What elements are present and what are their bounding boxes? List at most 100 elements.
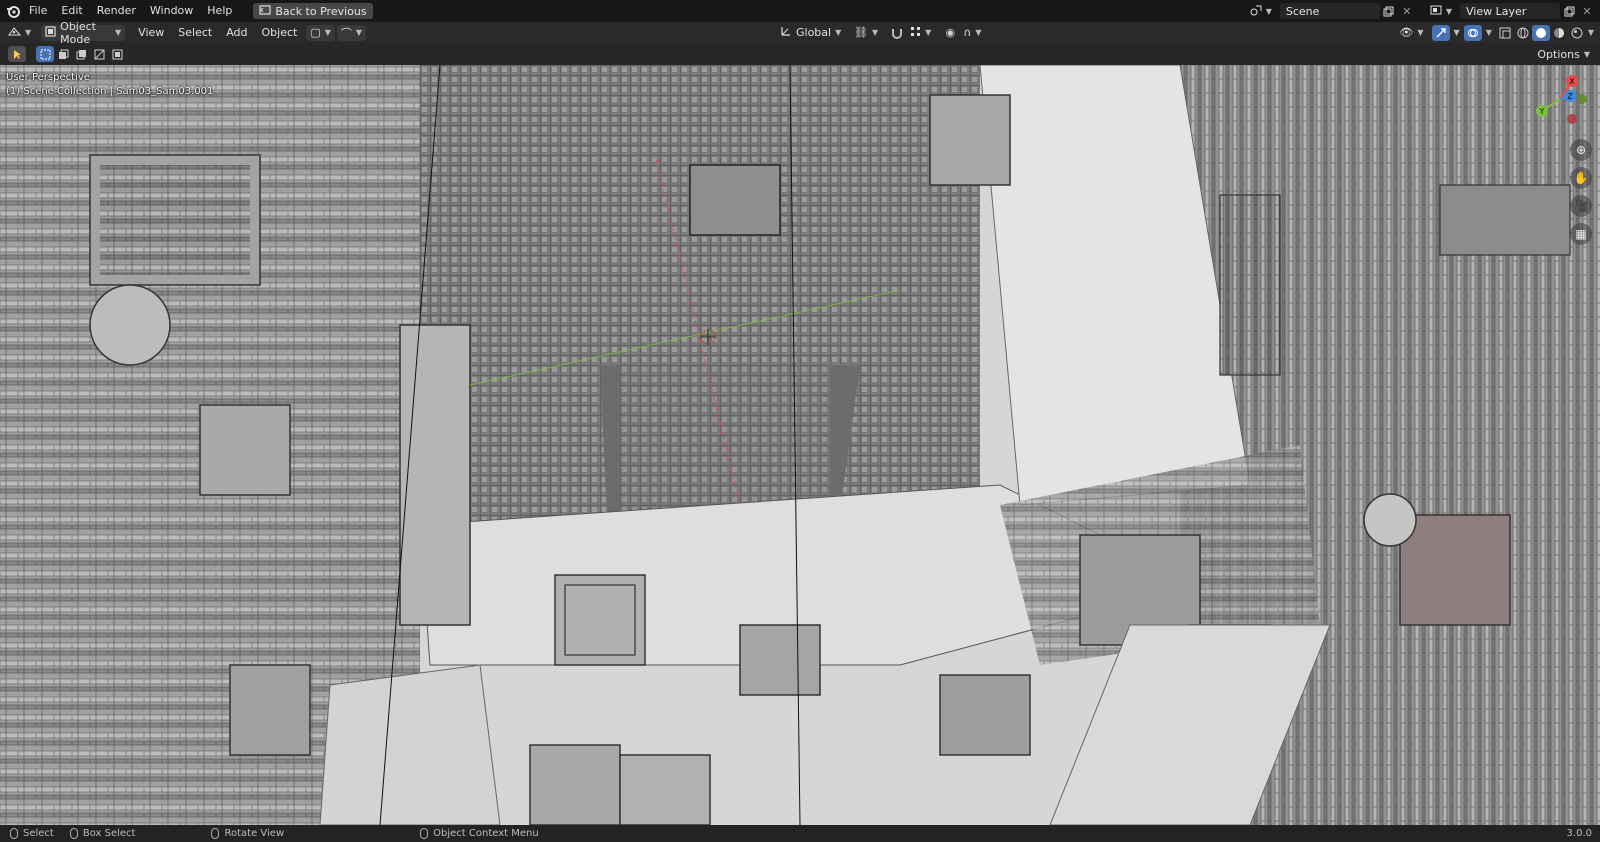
- view-layer-name-text: View Layer: [1466, 4, 1527, 18]
- chevron-down-icon[interactable]: ▼: [1486, 28, 1492, 37]
- shading-solid-icon[interactable]: [1531, 24, 1550, 41]
- gizmo-toggle-icon[interactable]: [1431, 24, 1450, 41]
- chevron-down-icon: ▼: [925, 28, 932, 37]
- chevron-down-icon: ▼: [355, 28, 363, 37]
- status-rotate-view: Rotate View: [211, 828, 284, 839]
- snap-options-dropdown[interactable]: ⌒ ▼: [336, 24, 367, 41]
- view-perspective-label: User Perspective: [6, 72, 90, 83]
- menu-add[interactable]: Add: [219, 22, 254, 44]
- menu-object[interactable]: Object: [255, 22, 305, 44]
- transform-orientation-label: Global: [795, 26, 832, 39]
- gizmo-neg-x-axis[interactable]: [1567, 114, 1577, 124]
- chevron-down-icon: ▼: [871, 28, 879, 37]
- shading-wireframe-icon[interactable]: [1514, 25, 1532, 41]
- overlays-toggle-icon[interactable]: [1463, 24, 1482, 41]
- top-menu-bar: File Edit Render Window Help Back to Pre…: [0, 0, 1600, 22]
- new-scene-icon[interactable]: [1380, 3, 1398, 19]
- navigation-gizmo[interactable]: X Y Z: [1530, 69, 1590, 129]
- xray-toggle-icon[interactable]: [1496, 25, 1514, 41]
- blender-logo-icon[interactable]: [4, 3, 22, 19]
- pan-hand-icon[interactable]: ✋: [1570, 167, 1592, 189]
- version-label: 3.0.0: [1566, 828, 1592, 839]
- pivot-link-icon: ⛓: [853, 26, 868, 39]
- tool-settings-row: Options ▼: [0, 43, 1600, 65]
- menu-window[interactable]: Window: [143, 0, 200, 22]
- chevron-down-icon: ▼: [1583, 49, 1590, 59]
- active-tool-icon[interactable]: [8, 46, 26, 62]
- back-to-previous-label: Back to Previous: [275, 4, 367, 18]
- chevron-down-icon[interactable]: ▼: [1454, 28, 1460, 37]
- snap-magnet-icon[interactable]: [888, 25, 906, 41]
- orientation-axes-icon: [780, 25, 792, 40]
- delete-view-layer-icon[interactable]: ✕: [1578, 3, 1596, 19]
- select-new-icon[interactable]: [36, 46, 54, 62]
- select-intersect-icon[interactable]: [108, 46, 126, 62]
- chevron-down-icon: ▼: [324, 28, 331, 37]
- select-invert-icon[interactable]: [90, 46, 108, 62]
- gizmo-y-label: Y: [1539, 107, 1545, 116]
- status-rotate-view-label: Rotate View: [224, 828, 285, 839]
- gizmo-neg-y-axis[interactable]: [1577, 94, 1587, 104]
- viewport-navigation-buttons: ⊕ ✋ 🎥 ▦: [1570, 139, 1594, 245]
- options-label: Options: [1537, 47, 1580, 61]
- eye-icon: 👁: [1399, 26, 1414, 39]
- delete-scene-icon[interactable]: ✕: [1398, 3, 1416, 19]
- shading-rendered-icon[interactable]: [1568, 25, 1586, 41]
- back-to-previous-button[interactable]: Back to Previous: [253, 3, 373, 19]
- scene-name-field[interactable]: Scene: [1279, 3, 1380, 19]
- curve-icon: ⌒: [340, 26, 352, 40]
- mouse-right-icon: [420, 828, 429, 839]
- visibility-dropdown[interactable]: 👁 ▼: [1395, 25, 1427, 41]
- menu-view[interactable]: View: [131, 22, 171, 44]
- object-mode-icon: [45, 25, 56, 40]
- chevron-down-icon: ▼: [115, 28, 122, 37]
- pivot-point-dropdown[interactable]: ⛓ ▼: [850, 25, 882, 41]
- collection-path-label: (1) Scene Collection | Sam03_Sam03.001: [6, 86, 214, 97]
- transform-orientation-dropdown[interactable]: Global ▼: [776, 25, 842, 41]
- editor-type-dropdown[interactable]: ▼: [4, 25, 35, 41]
- options-dropdown[interactable]: Options ▼: [1533, 46, 1594, 62]
- mouse-middle-icon: [211, 828, 220, 839]
- object-mode-dropdown[interactable]: Object Mode ▼: [41, 20, 126, 46]
- viewport-info-overlay: User Perspective (1) Scene Collection | …: [6, 71, 213, 99]
- chevron-down-icon: ▼: [25, 28, 32, 37]
- select-extend-icon[interactable]: [54, 46, 72, 62]
- scene-selector-dropdown[interactable]: ▼: [1246, 3, 1276, 19]
- camera-view-icon[interactable]: 🎥: [1570, 195, 1592, 217]
- scene-name-text: Scene: [1285, 4, 1320, 18]
- chevron-down-icon: ▼: [975, 28, 982, 37]
- menu-help[interactable]: Help: [200, 0, 239, 22]
- gizmo-z-label: Z: [1567, 92, 1573, 101]
- proportional-editing-icon[interactable]: ◉: [941, 25, 959, 41]
- new-view-layer-icon[interactable]: [1560, 3, 1578, 19]
- view-layer-selector-dropdown[interactable]: ▼: [1426, 3, 1456, 19]
- view-layer-icon: [1430, 4, 1442, 19]
- mouse-left-icon: [10, 828, 18, 839]
- shading-material-icon[interactable]: [1550, 25, 1568, 41]
- proportional-falloff-dropdown[interactable]: ∩ ▼: [959, 25, 985, 41]
- zoom-icon[interactable]: ⊕: [1570, 139, 1592, 161]
- object-mode-label: Object Mode: [60, 19, 96, 46]
- 3d-viewport[interactable]: User Perspective (1) Scene Collection | …: [0, 65, 1600, 825]
- menu-file[interactable]: File: [22, 0, 54, 22]
- chevron-down-icon: ▼: [1417, 28, 1424, 37]
- select-subtract-icon[interactable]: [72, 46, 90, 62]
- status-select-label: Select: [23, 828, 54, 839]
- chevron-down-icon[interactable]: ▼: [1588, 28, 1594, 37]
- transform-affect-dropdown[interactable]: ▢ ▼: [306, 24, 335, 41]
- view-layer-name-field[interactable]: View Layer: [1460, 3, 1560, 19]
- viewport-header: ▼ Object Mode ▼ View Select Add Object ▢…: [0, 20, 1600, 46]
- snap-target-dropdown[interactable]: ▼: [906, 25, 935, 41]
- status-select: Select: [10, 828, 54, 839]
- scene-render: [0, 65, 1600, 825]
- status-context-menu-label: Object Context Menu: [433, 828, 539, 839]
- chevron-down-icon: ▼: [835, 28, 842, 37]
- menu-select[interactable]: Select: [171, 22, 219, 44]
- status-box-select: Box Select: [69, 828, 136, 839]
- chevron-down-icon: ▼: [1445, 6, 1452, 16]
- transform-affect-icon: ▢: [310, 26, 321, 39]
- editor-type-icon: [8, 26, 22, 40]
- perspective-grid-icon[interactable]: ▦: [1570, 223, 1592, 245]
- falloff-curve-icon: ∩: [963, 26, 972, 39]
- status-box-select-label: Box Select: [82, 828, 136, 839]
